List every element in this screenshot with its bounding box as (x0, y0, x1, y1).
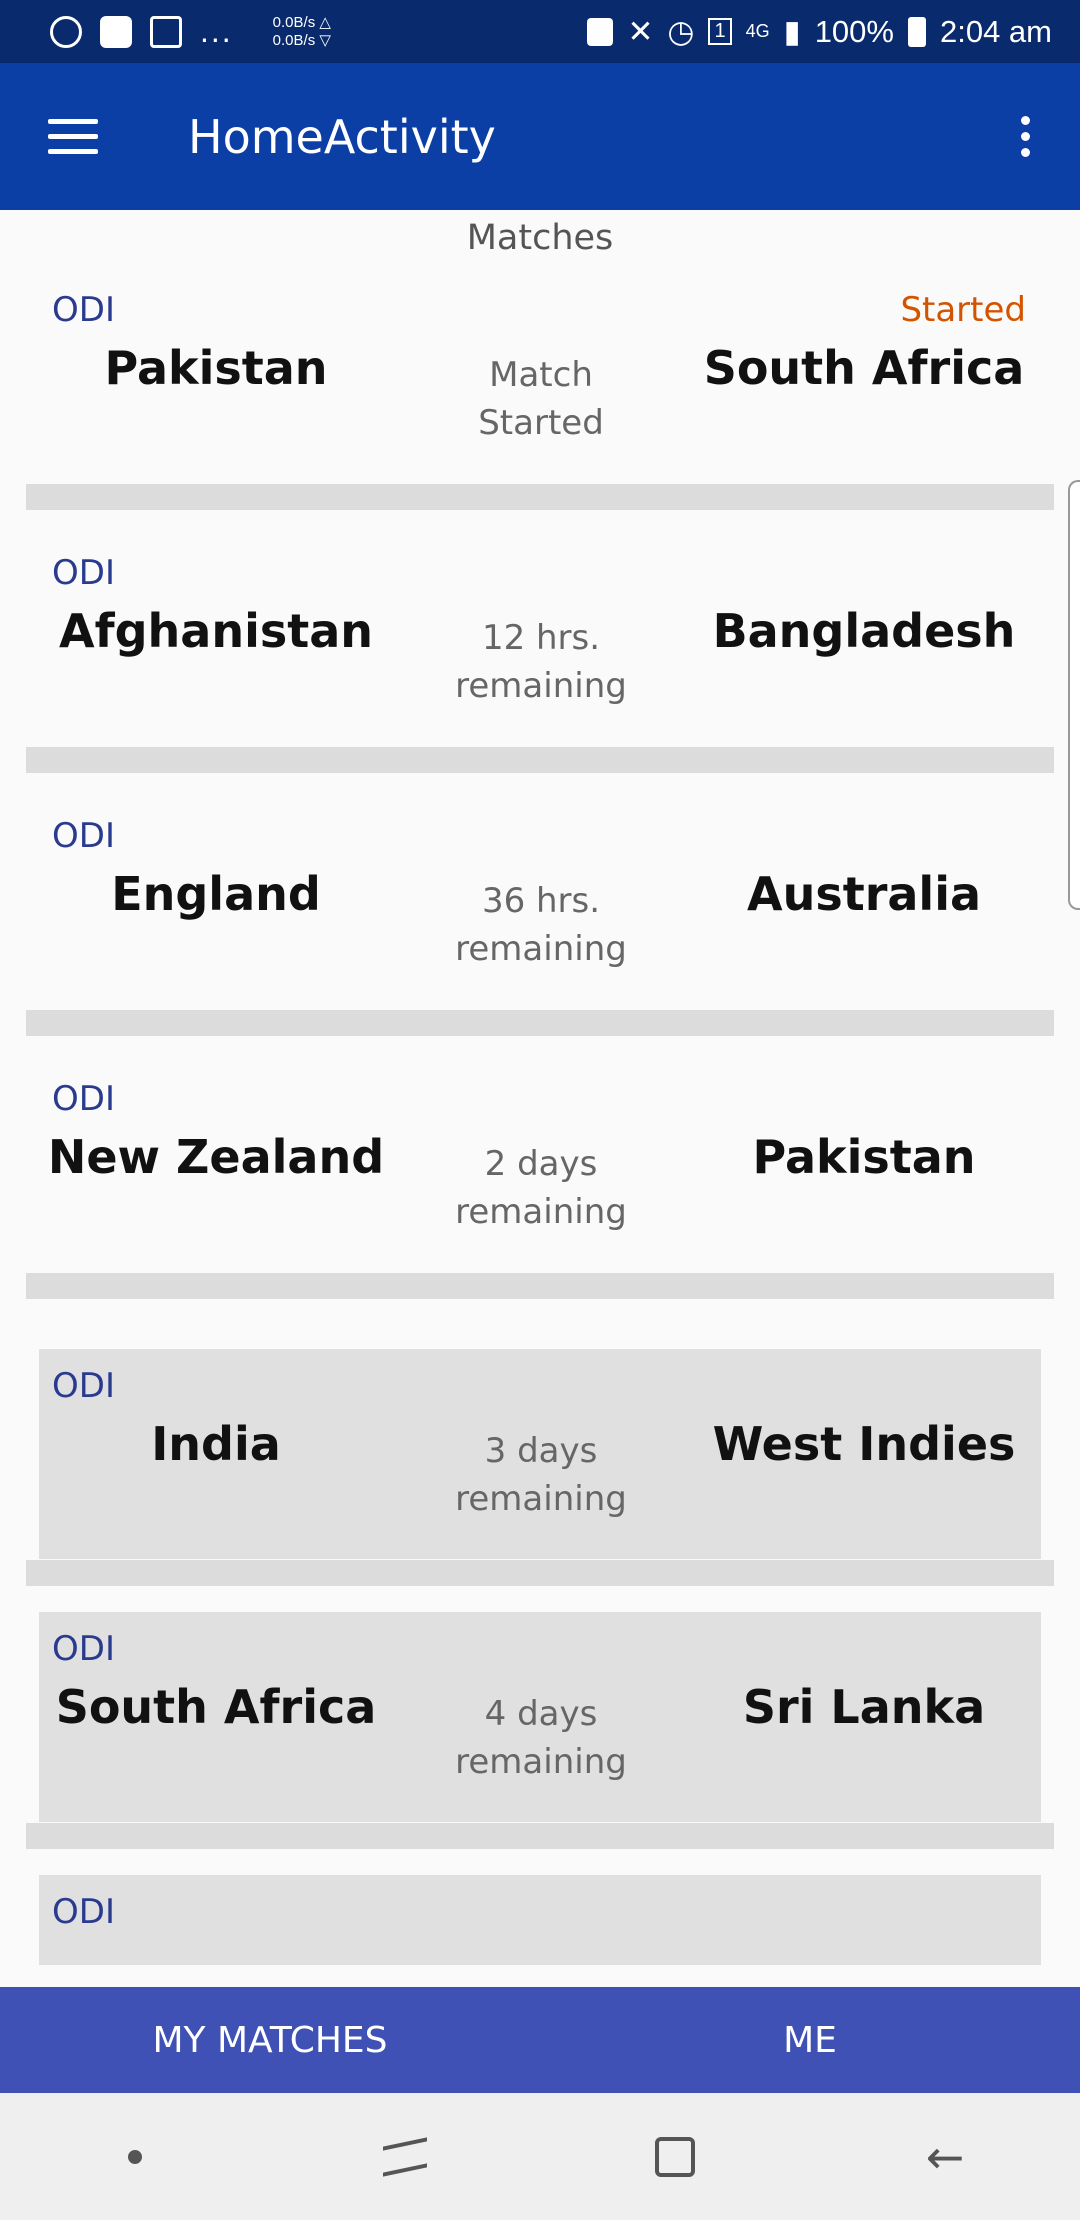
bottom-tab-bar: MY MATCHES ME (0, 1987, 1080, 2093)
card-divider (26, 1273, 1054, 1299)
card-divider (26, 1010, 1054, 1036)
match-card[interactable]: ODI Started Pakistan Match Started South… (26, 273, 1054, 510)
time-remaining: 4 days remaining (381, 1690, 701, 1786)
account-icon (50, 15, 82, 48)
time-remaining-line1: 4 days (484, 1694, 598, 1734)
time-remaining-line2: Started (478, 403, 604, 443)
time-remaining-line2: remaining (455, 929, 627, 969)
time-remaining-line2: remaining (455, 1479, 627, 1519)
match-card-body: ODI India 3 days remaining West Indies (39, 1349, 1041, 1559)
match-card[interactable]: ODI India 3 days remaining West Indies (26, 1349, 1054, 1586)
signal-icon: ▮ (783, 13, 801, 49)
time-remaining-line1: 2 days (484, 1144, 598, 1184)
team-1: South Africa (55, 1680, 377, 1734)
time-remaining-line1: Match (489, 355, 593, 395)
time-remaining-line1: 12 hrs. (481, 618, 601, 658)
team-1: New Zealand (47, 1130, 385, 1184)
recents-button[interactable] (375, 2127, 435, 2187)
match-card[interactable]: ODI England 36 hrs. remaining Australia (26, 799, 1054, 1036)
match-status: Started (900, 290, 1026, 330)
tab-my-matches[interactable]: MY MATCHES (0, 1987, 540, 2093)
back-button[interactable]: ← (915, 2127, 975, 2187)
match-format: ODI (52, 1892, 115, 1932)
recents-icon (383, 2136, 427, 2177)
card-divider (26, 747, 1054, 773)
match-format: ODI (52, 1629, 115, 1669)
team-2: South Africa (703, 341, 1025, 395)
team-2: Australia (746, 867, 982, 921)
network-speed: 0.0B/s △ 0.0B/s ▽ (273, 14, 331, 50)
image-icon (150, 15, 182, 48)
mute-icon: ✕ (627, 13, 654, 49)
team-1: India (151, 1417, 281, 1471)
match-format: ODI (52, 553, 115, 593)
team-2: Bangladesh (712, 604, 1016, 658)
home-button[interactable] (645, 2127, 705, 2187)
home-icon (655, 2136, 695, 2177)
time-remaining: 3 days remaining (381, 1427, 701, 1523)
recycle-icon (587, 17, 614, 46)
team-1: England (111, 867, 321, 921)
time-remaining: 36 hrs. remaining (381, 877, 701, 973)
match-format: ODI (52, 290, 115, 330)
upload-speed: 0.0B/s △ (272, 13, 331, 31)
match-list[interactable]: Matches ODI Started Pakistan Match Start… (0, 210, 1080, 1987)
sim-badge: 1 (708, 18, 732, 45)
battery-icon (907, 16, 926, 47)
more-notifications-icon: ... (200, 13, 233, 49)
match-card-body: ODI South Africa 4 days remaining Sri La… (39, 1612, 1041, 1822)
match-format: ODI (52, 816, 115, 856)
download-speed: 0.0B/s ▽ (272, 31, 331, 49)
card-divider (26, 1560, 1054, 1586)
team-2: Sri Lanka (742, 1680, 986, 1734)
match-card[interactable]: ODI New Zealand 2 days remaining Pakista… (26, 1062, 1054, 1299)
match-format: ODI (52, 1366, 115, 1406)
app-bar: HomeActivity (0, 63, 1080, 210)
match-format: ODI (52, 1079, 115, 1119)
team-1: Afghanistan (58, 604, 373, 658)
system-navigation-bar: ← (0, 2093, 1080, 2220)
menu-icon[interactable] (48, 119, 98, 154)
back-arrow-icon: ← (925, 2129, 965, 2184)
message-icon (100, 15, 132, 48)
dot-icon (128, 2149, 142, 2164)
match-card-body: ODI (39, 1875, 1041, 1965)
time-remaining: 2 days remaining (381, 1140, 701, 1236)
nav-dot-button[interactable] (105, 2127, 165, 2187)
time-remaining-line2: remaining (455, 1742, 627, 1782)
card-divider (26, 1823, 1054, 1849)
team-2: West Indies (712, 1417, 1016, 1471)
section-title: Matches (466, 218, 614, 258)
match-card[interactable]: ODI (26, 1875, 1054, 1987)
clock: 2:04 am (939, 13, 1052, 49)
match-card[interactable]: ODI Afghanistan 12 hrs. remaining Bangla… (26, 536, 1054, 773)
time-remaining-line1: 3 days (484, 1431, 598, 1471)
match-card[interactable]: ODI South Africa 4 days remaining Sri La… (26, 1612, 1054, 1849)
time-remaining: 12 hrs. remaining (381, 614, 701, 710)
alarm-icon: ◷ (667, 13, 695, 49)
time-remaining: Match Started (381, 351, 701, 447)
time-remaining-line1: 36 hrs. (481, 881, 601, 921)
team-1: Pakistan (104, 341, 328, 395)
time-remaining-line2: remaining (455, 666, 627, 706)
battery-percent: 100% (814, 13, 894, 49)
time-remaining-line2: remaining (455, 1192, 627, 1232)
status-bar: ... 0.0B/s △ 0.0B/s ▽ ✕ ◷ 1 4G ▮ 100% 2:… (0, 0, 1080, 63)
card-divider (26, 484, 1054, 510)
network-type: 4G (745, 21, 770, 41)
scroll-indicator[interactable] (1068, 480, 1080, 910)
overflow-menu-icon[interactable] (1021, 116, 1030, 157)
team-2: Pakistan (752, 1130, 976, 1184)
tab-me[interactable]: ME (540, 1987, 1080, 2093)
app-title: HomeActivity (188, 109, 496, 164)
